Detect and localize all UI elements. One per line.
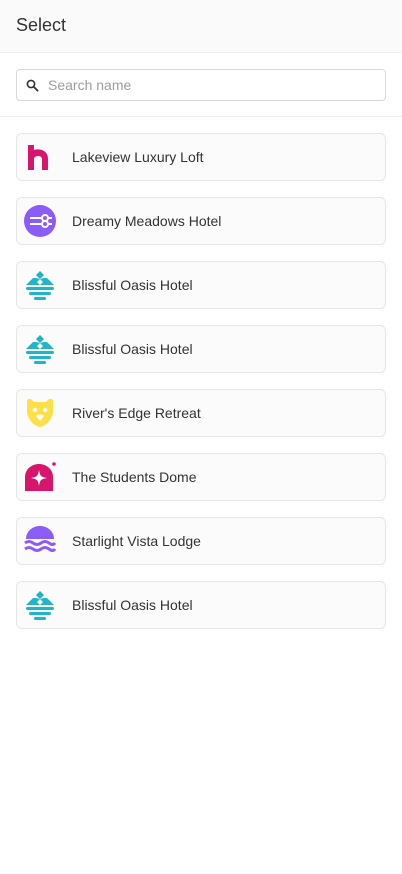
bear-logo-icon <box>24 397 56 429</box>
search-box[interactable] <box>16 69 386 101</box>
item-label: Starlight Vista Lodge <box>72 533 201 549</box>
item-label: Blissful Oasis Hotel <box>72 277 193 293</box>
waves-logo-icon <box>24 525 56 557</box>
search-icon <box>26 79 39 92</box>
hotel-list: Lakeview Luxury Loft Dreamy Meadows Hote… <box>0 117 402 629</box>
search-input[interactable] <box>48 77 348 93</box>
item-label: Blissful Oasis Hotel <box>72 597 193 613</box>
item-label: Dreamy Meadows Hotel <box>72 213 222 229</box>
item-label: The Students Dome <box>72 469 197 485</box>
sparkle-dome-logo-icon <box>24 461 56 493</box>
list-item[interactable]: Lakeview Luxury Loft <box>16 133 386 181</box>
item-label: Lakeview Luxury Loft <box>72 149 204 165</box>
mountain-lake-logo-icon <box>24 333 56 365</box>
list-item[interactable]: Starlight Vista Lodge <box>16 517 386 565</box>
list-item[interactable]: Blissful Oasis Hotel <box>16 261 386 309</box>
list-item[interactable]: Blissful Oasis Hotel <box>16 581 386 629</box>
list-item[interactable]: Blissful Oasis Hotel <box>16 325 386 373</box>
mountain-lake-logo-icon <box>24 269 56 301</box>
list-item[interactable]: River's Edge Retreat <box>16 389 386 437</box>
list-item[interactable]: The Students Dome <box>16 453 386 501</box>
item-label: Blissful Oasis Hotel <box>72 341 193 357</box>
item-label: River's Edge Retreat <box>72 405 201 421</box>
app-header: Select <box>0 0 402 53</box>
list-item[interactable]: Dreamy Meadows Hotel <box>16 197 386 245</box>
page-title: Select <box>16 15 67 35</box>
mountain-lake-logo-icon <box>24 589 56 621</box>
connector-logo-icon <box>24 205 56 237</box>
house-logo-icon <box>24 141 56 173</box>
search-area <box>0 53 402 117</box>
